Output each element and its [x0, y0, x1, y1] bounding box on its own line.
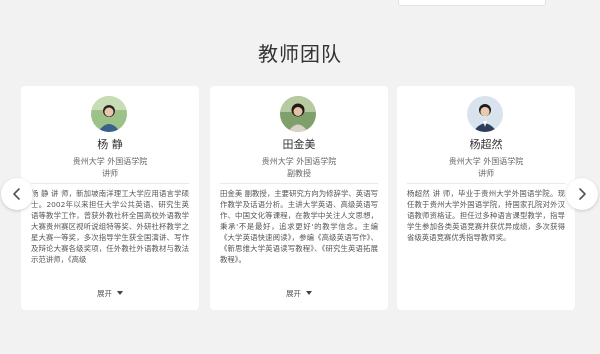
divider	[31, 183, 189, 184]
carousel-prev-button[interactable]	[1, 178, 33, 210]
teacher-department: 贵州大学 外国语学院	[448, 157, 524, 166]
top-toolbar-strip	[0, 0, 600, 8]
teacher-bio: 杨超然 讲 师，毕业于贵州大学外国语学院。现任教于贵州大学外国语学院，持国家孔院…	[407, 189, 565, 242]
divider	[220, 183, 378, 184]
teacher-name: 杨超然	[469, 138, 503, 151]
top-field[interactable]	[398, 0, 546, 6]
chevron-right-icon	[579, 188, 586, 200]
caret-down-icon	[117, 291, 123, 295]
teacher-title: 讲师	[102, 169, 118, 178]
avatar	[467, 96, 503, 132]
divider	[407, 183, 565, 184]
expand-label: 展开	[286, 289, 301, 298]
section-title: 教师团队	[258, 42, 342, 66]
teacher-card-tian-jinmei: 田金美 贵州大学 外国语学院 副教授 田金美 副教授，主要研究方向为修辞学、英语…	[210, 86, 388, 310]
teacher-bio: 杨 静 讲 师，新加坡南洋理工大学应用语言学硕士。2002年以来担任大学公共英语…	[31, 189, 189, 264]
expand-button[interactable]: 展开	[210, 288, 388, 299]
chevron-left-icon	[13, 188, 20, 200]
carousel-next-button[interactable]	[566, 178, 598, 210]
teacher-name: 杨 静	[97, 138, 123, 151]
teacher-department: 贵州大学 外国语学院	[261, 157, 337, 166]
teacher-bio: 田金美 副教授，主要研究方向为修辞学、英语写作教学及话语分析。主讲大学英语、高级…	[220, 189, 378, 264]
caret-down-icon	[306, 291, 312, 295]
expand-label: 展开	[97, 289, 112, 298]
teacher-card-yang-jing: 杨 静 贵州大学 外国语学院 讲师 杨 静 讲 师，新加坡南洋理工大学应用语言学…	[21, 86, 199, 310]
teacher-title: 副教授	[287, 169, 311, 178]
teacher-card-yang-chaoran: 杨超然 贵州大学 外国语学院 讲师 杨超然 讲 师，毕业于贵州大学外国语学院。现…	[397, 86, 575, 310]
teacher-department: 贵州大学 外国语学院	[72, 157, 148, 166]
teacher-title: 讲师	[478, 169, 494, 178]
avatar	[91, 96, 127, 132]
expand-button[interactable]: 展开	[21, 288, 199, 299]
avatar	[280, 96, 316, 132]
teacher-name: 田金美	[282, 138, 316, 151]
